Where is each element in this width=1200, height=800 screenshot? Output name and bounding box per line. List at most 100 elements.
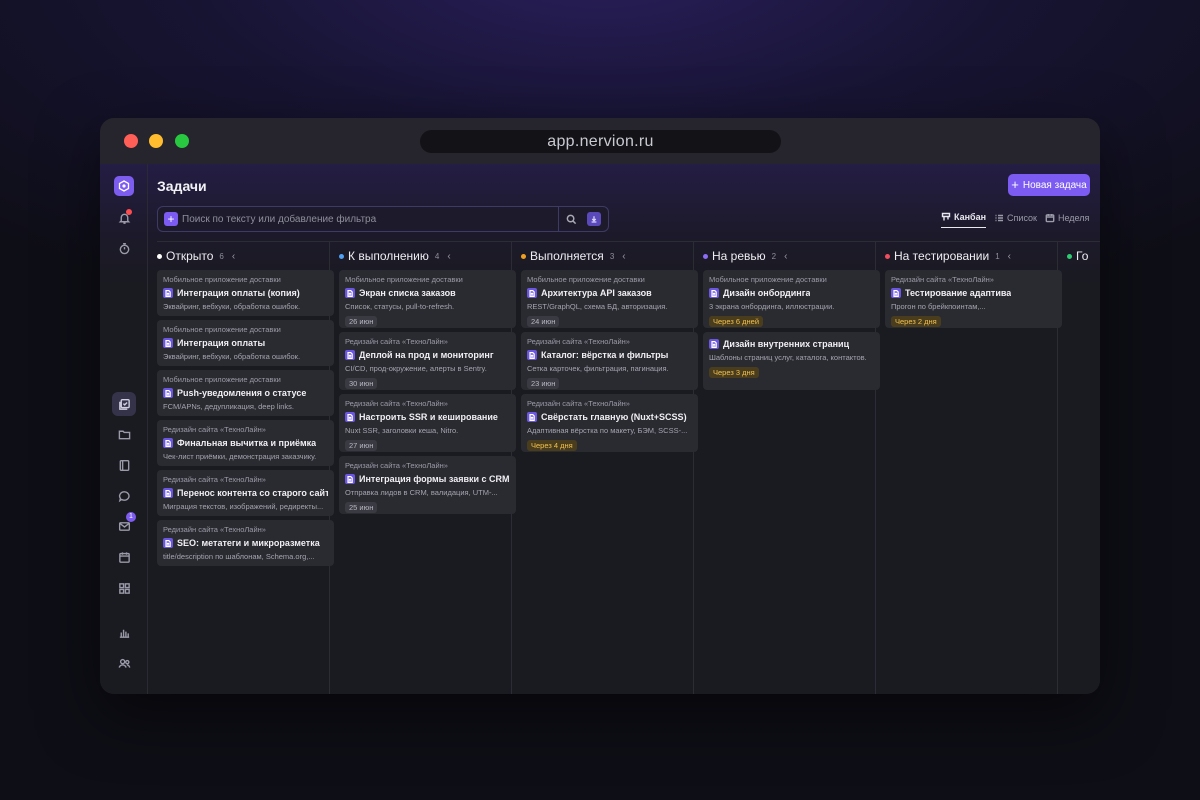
card-description: Nuxt SSR, заголовки кеша, Nitro. [345, 426, 459, 435]
card-title: Дизайн внутренних страниц [723, 339, 850, 349]
new-task-button[interactable]: + Новая задача [1008, 174, 1090, 196]
task-card[interactable]: Мобильное приложение доставки Push-уведом… [157, 370, 334, 416]
card-title: Перенос контента со старого сайта [177, 488, 328, 498]
search-icon[interactable] [559, 207, 583, 231]
search-input[interactable] [182, 208, 558, 230]
status-dot [703, 253, 708, 259]
download-icon[interactable] [587, 212, 601, 226]
book-icon[interactable] [113, 454, 135, 476]
card-title: Интеграция оплаты [177, 338, 266, 348]
card-title: Свёрстать главную (Nuxt+SCSS) [541, 412, 687, 422]
card-due-date: Через 4 дня [527, 440, 577, 451]
document-icon [345, 474, 355, 484]
task-card[interactable]: Редизайн сайта «ТехноЛайн» Свёрстать глав… [521, 394, 698, 452]
card-description: REST/GraphQL, схема БД, авторизация. [527, 302, 668, 311]
folder-icon[interactable] [113, 423, 135, 445]
task-card[interactable]: Редизайн сайта «ТехноЛайн» Интеграция фор… [339, 456, 516, 514]
analytics-icon[interactable] [113, 621, 135, 643]
document-icon [163, 338, 173, 348]
kanban-column: На ревью 2 ‹ Мобильное приложение доставки Д… [694, 242, 880, 694]
card-project: Редизайн сайта «ТехноЛайн» [891, 275, 994, 284]
task-card[interactable]: Редизайн сайта «ТехноЛайн» Деплой на прод… [339, 332, 516, 390]
status-dot [1067, 253, 1072, 259]
tasks-icon[interactable] [112, 392, 136, 416]
document-icon [163, 388, 173, 398]
task-card[interactable]: Редизайн сайта «ТехноЛайн» Каталог: вёрст… [521, 332, 698, 390]
card-title: Интеграция оплаты (копия) [177, 288, 300, 298]
document-icon [527, 412, 537, 422]
card-description: Адаптивная вёрстка по макету, БЭМ, SCSS-… [527, 426, 688, 435]
collapse-chevron-icon[interactable]: ‹ [622, 251, 625, 262]
app-logo-icon[interactable] [114, 176, 134, 196]
search-bar: + [157, 206, 609, 232]
task-card[interactable]: Редизайн сайта «ТехноЛайн» SEO: метатеги … [157, 520, 334, 566]
column-count: 1 [995, 251, 1000, 261]
view-tab-0[interactable]: Канбан [941, 210, 987, 228]
maximize-window-button[interactable] [175, 134, 189, 148]
view-tab-2[interactable]: Неделя [1045, 210, 1089, 228]
task-card[interactable]: Редизайн сайта «ТехноЛайн» Перенос контен… [157, 470, 334, 516]
minimize-window-button[interactable] [149, 134, 163, 148]
document-icon [891, 288, 901, 298]
card-description: title/description по шаблонам, Schema.or… [163, 552, 315, 561]
view-tab-1[interactable]: Список [994, 210, 1037, 228]
task-card[interactable]: Редизайн сайта «ТехноЛайн» Настроить SSR … [339, 394, 516, 452]
card-project: Мобильное приложение доставки [345, 275, 463, 284]
view-tabs: Канбан Список Неделя [941, 210, 1089, 228]
collapse-chevron-icon[interactable]: ‹ [232, 251, 235, 262]
column-header[interactable]: Го [1067, 249, 1088, 263]
column-count: 6 [219, 251, 224, 261]
task-card[interactable]: Мобильное приложение доставки Архитектура… [521, 270, 698, 328]
users-icon[interactable] [113, 652, 135, 674]
card-due-date: Через 2 дня [891, 316, 941, 327]
card-project: Редизайн сайта «ТехноЛайн» [163, 525, 266, 534]
url-bar[interactable]: app.nervion.ru [420, 130, 781, 153]
card-description: Отправка лидов в CRM, валидация, UTM-... [345, 488, 498, 497]
card-title: Тестирование адаптива [905, 288, 1012, 298]
task-card[interactable]: Редизайн сайта «ТехноЛайн» Финальная вычи… [157, 420, 334, 466]
calendar-icon [1045, 213, 1055, 223]
add-filter-icon[interactable]: + [164, 212, 178, 226]
column-count: 3 [609, 251, 615, 261]
document-icon [527, 288, 537, 298]
task-card[interactable]: Мобильное приложение доставки Интеграция … [157, 320, 334, 366]
card-due-date: 24 июн [527, 316, 560, 327]
title-bar: app.nervion.ru [100, 118, 1100, 164]
task-card[interactable]: Мобильное приложение доставки Дизайн онбо… [703, 270, 880, 328]
status-dot [339, 253, 344, 259]
timer-icon[interactable] [113, 237, 135, 259]
column-header[interactable]: К выполнению 4 ‹ [339, 249, 451, 263]
card-title: SEO: метатеги и микроразметка [177, 538, 320, 548]
task-card[interactable]: Редизайн сайта «ТехноЛайн» Тестирование а… [885, 270, 1062, 328]
close-window-button[interactable] [124, 134, 138, 148]
card-description: CI/CD, прод-окружение, алерты в Sentry. [345, 364, 487, 373]
column-header[interactable]: На тестировании 1 ‹ [885, 249, 1011, 263]
kanban-column: На тестировании 1 ‹ Редизайн сайта «ТехноЛа… [876, 242, 1062, 694]
column-title: К выполнению [348, 249, 429, 263]
card-title: Архитектура API заказов [541, 288, 652, 298]
kanban-column: К выполнению 4 ‹ Мобильное приложение доста… [330, 242, 516, 694]
chat-icon[interactable] [113, 485, 135, 507]
task-card[interactable]: Мобильное приложение доставки Экран списк… [339, 270, 516, 328]
task-card[interactable]: Дизайн внутренних страниц Шаблоны страниц… [703, 332, 880, 390]
card-title: Настроить SSR и кеширование [359, 412, 498, 422]
card-description: Прогон по брейкпоинтам,... [891, 302, 986, 311]
browser-window: app.nervion.ru 1 Задачи + Новая задача +… [100, 118, 1100, 694]
collapse-chevron-icon[interactable]: ‹ [1008, 251, 1011, 262]
card-description: Чек-лист приёмки, демонстрация заказчику… [163, 452, 317, 461]
column-header[interactable]: Открыто 6 ‹ [157, 249, 235, 263]
collapse-chevron-icon[interactable]: ‹ [784, 251, 787, 262]
column-header[interactable]: На ревью 2 ‹ [703, 249, 787, 263]
task-card[interactable]: Мобильное приложение доставки Интеграция … [157, 270, 334, 316]
collapse-chevron-icon[interactable]: ‹ [447, 251, 450, 262]
column-header[interactable]: Выполняется 3 ‹ [521, 249, 626, 263]
apps-grid-icon[interactable] [113, 577, 135, 599]
mail-icon[interactable]: 1 [113, 512, 136, 537]
notifications-icon[interactable] [113, 207, 135, 229]
kanban-column: Го [1058, 242, 1100, 694]
calendar-icon[interactable] [113, 546, 135, 568]
card-title: Финальная вычитка и приёмка [177, 438, 317, 448]
card-project: Мобильное приложение доставки [527, 275, 645, 284]
app-content: 1 Задачи + Новая задача + Поиск по текст… [100, 164, 1100, 694]
card-description: Шаблоны страниц услуг, каталога, контакт… [709, 353, 867, 362]
